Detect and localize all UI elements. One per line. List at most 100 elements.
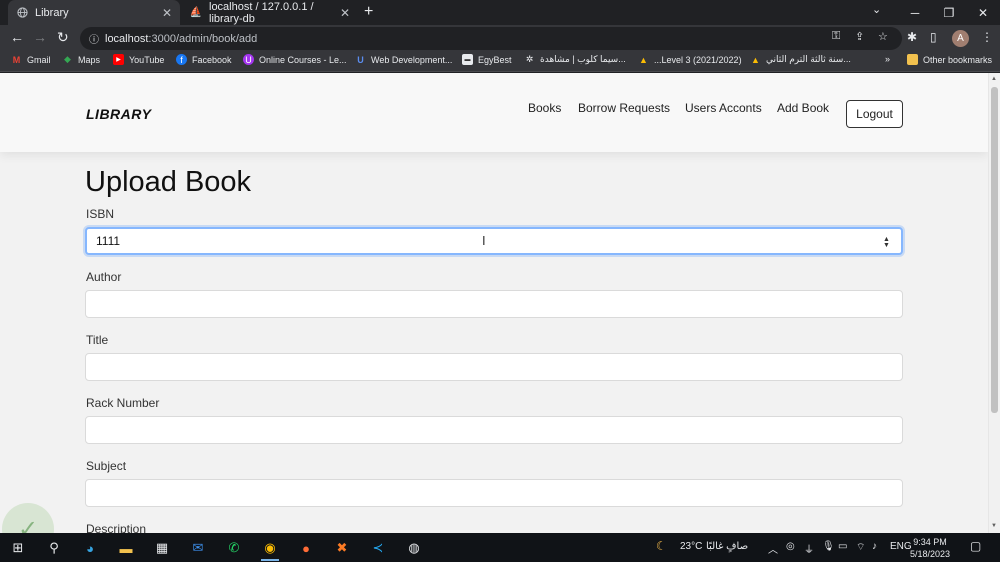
udemy-icon: U — [357, 54, 364, 65]
back-icon[interactable]: ← — [10, 29, 24, 45]
share-icon[interactable]: ⇪ — [855, 30, 864, 43]
nav-users-accounts[interactable]: Users Acconts — [685, 101, 762, 115]
scrollbar-thumb[interactable] — [991, 87, 998, 413]
bookmarks-bar: M Gmail ◆ Maps ▶ YouTube f Facebook U On… — [0, 52, 1000, 72]
other-bookmarks[interactable]: Other bookmarks — [907, 54, 992, 65]
key-icon[interactable]: ⚿ — [832, 30, 840, 43]
bookmark-level3[interactable]: ▲ ...Level 3 (2021/2022) — [638, 54, 742, 65]
close-tab-icon[interactable]: ✕ — [162, 6, 172, 20]
browser-tab-phpmyadmin[interactable]: ⛵ localhost / 127.0.0.1 / library-db ✕ — [182, 0, 358, 25]
windows-start-icon[interactable]: ⊞ — [6, 537, 30, 559]
app-navbar: LIBRARY Books Borrow Requests Users Acco… — [0, 73, 988, 152]
battery-icon[interactable]: ▭ — [838, 541, 847, 552]
maps-icon: ◆ — [64, 54, 71, 64]
star-icon[interactable]: ☆ — [878, 30, 888, 43]
microphone-icon[interactable]: 🎙 — [822, 541, 835, 552]
rack-number-label: Rack Number — [86, 396, 160, 410]
rack-number-input[interactable] — [85, 416, 903, 444]
mail-icon[interactable]: ✉ — [186, 537, 210, 559]
store-icon[interactable]: ▦ — [150, 537, 174, 559]
address-bar[interactable]: ⓘ localhost:3000/admin/book/add — [80, 27, 902, 50]
scroll-down-icon[interactable]: ▼ — [991, 523, 997, 529]
bookmark-maps[interactable]: ◆ Maps — [62, 54, 100, 65]
browser-toolbar: ← → ↻ ⓘ localhost:3000/admin/book/add ⚿ … — [0, 25, 1000, 52]
usb-icon[interactable]: ⏚ — [804, 541, 814, 556]
tab-search-icon[interactable]: ⌄ — [872, 3, 881, 16]
udemy-icon: U — [243, 54, 254, 65]
bookmark-egybest[interactable]: ▬ EgyBest — [462, 54, 512, 65]
weather-icon[interactable]: ☾ — [656, 539, 667, 553]
extensions-icon[interactable]: ✱ — [907, 30, 917, 44]
close-tab-icon[interactable]: ✕ — [340, 6, 350, 20]
number-spinner-icon[interactable]: ▲ ▼ — [883, 236, 890, 249]
chrome-icon[interactable]: ◉ — [258, 537, 282, 561]
side-panel-icon[interactable]: ▯ — [930, 30, 937, 44]
title-input[interactable] — [85, 353, 903, 381]
drive-icon: ▲ — [751, 54, 760, 65]
isbn-input[interactable] — [85, 227, 903, 255]
forward-icon[interactable]: → — [33, 29, 47, 45]
search-icon[interactable]: ⚲ — [42, 537, 66, 559]
reload-icon[interactable]: ↻ — [57, 29, 69, 46]
tray-chevron-icon[interactable]: ︿ — [768, 541, 778, 556]
maximize-icon[interactable]: ❐ — [932, 0, 966, 25]
weather-text[interactable]: صافٍ غالبًا — [706, 541, 748, 552]
brand-logo[interactable]: LIBRARY — [86, 106, 151, 122]
author-label: Author — [86, 270, 122, 284]
notifications-icon[interactable]: ▢ — [970, 539, 981, 553]
watermark-logo-icon: ✓ — [2, 503, 54, 533]
site-info-icon[interactable]: ⓘ — [89, 31, 99, 46]
url-path: :3000/admin/book/add — [148, 32, 258, 45]
bookmark-gmail[interactable]: M Gmail — [11, 54, 51, 65]
browser-tab-library[interactable]: Library ✕ — [8, 0, 180, 25]
scroll-up-icon[interactable]: ▲ — [991, 76, 997, 82]
nav-books[interactable]: Books — [528, 101, 561, 115]
page-viewport: LIBRARY Books Borrow Requests Users Acco… — [0, 73, 988, 533]
tab-title: Library — [35, 6, 69, 19]
file-explorer-icon[interactable]: ▬ — [114, 537, 138, 559]
folder-icon — [907, 54, 918, 65]
logout-button[interactable]: Logout — [846, 100, 903, 128]
text-cursor-icon: I — [482, 233, 486, 248]
subject-input[interactable] — [85, 479, 903, 507]
clock-time: 9:34 PM — [913, 537, 947, 547]
postman-icon[interactable]: ● — [294, 537, 318, 559]
edge-icon[interactable]: ◕ — [78, 537, 102, 559]
gmail-icon: M — [12, 54, 21, 65]
wifi-icon[interactable]: ⌔ — [856, 541, 865, 554]
author-input[interactable] — [85, 290, 903, 318]
egybest-icon: ▬ — [462, 54, 473, 65]
volume-icon[interactable]: ♪ — [872, 541, 877, 552]
menu-icon[interactable]: ⋮ — [981, 30, 993, 44]
taskbar-clock[interactable]: 9:34 PM 5/18/2023 — [910, 536, 950, 560]
phpmyadmin-icon: ⛵ — [189, 7, 203, 18]
cinema-icon: ✲ — [525, 54, 534, 64]
close-window-icon[interactable]: ✕ — [966, 0, 1000, 25]
profile-avatar[interactable]: A — [952, 30, 969, 47]
nav-borrow-requests[interactable]: Borrow Requests — [578, 101, 670, 115]
page-scrollbar[interactable]: ▲ ▼ — [988, 73, 1000, 533]
weather-temp[interactable]: 23°C — [680, 541, 702, 552]
obs-icon[interactable]: ◍ — [402, 537, 426, 559]
subject-label: Subject — [86, 459, 127, 473]
bookmark-web-development[interactable]: U Web Development... — [355, 54, 452, 65]
tab-title: localhost / 127.0.0.1 / library-db — [209, 0, 314, 25]
bookmarks-overflow-icon[interactable]: » — [885, 54, 890, 64]
bookmark-third-year[interactable]: ▲ سنة ثالثة الترم الثاني... — [750, 54, 851, 65]
globe-icon — [16, 7, 28, 19]
nav-add-book[interactable]: Add Book — [777, 101, 829, 115]
bookmark-youtube[interactable]: ▶ YouTube — [113, 54, 164, 65]
whatsapp-icon[interactable]: ✆ — [222, 537, 246, 559]
bookmark-cinema-club[interactable]: ✲ سيما كلوب | مشاهدة... — [524, 54, 626, 65]
bookmark-online-courses[interactable]: U Online Courses - Le... — [243, 54, 347, 65]
vscode-icon[interactable]: ≺ — [366, 537, 390, 559]
facebook-icon: f — [176, 54, 187, 65]
language-indicator[interactable]: ENG — [890, 541, 912, 552]
xampp-icon[interactable]: ✖ — [330, 537, 354, 559]
bookmark-facebook[interactable]: f Facebook — [176, 54, 232, 65]
new-tab-icon[interactable]: + — [364, 3, 373, 21]
meet-icon[interactable]: ◎ — [786, 541, 795, 552]
clock-date: 5/18/2023 — [910, 549, 951, 559]
minimize-icon[interactable]: ─ — [898, 0, 932, 25]
title-label: Title — [86, 333, 109, 347]
